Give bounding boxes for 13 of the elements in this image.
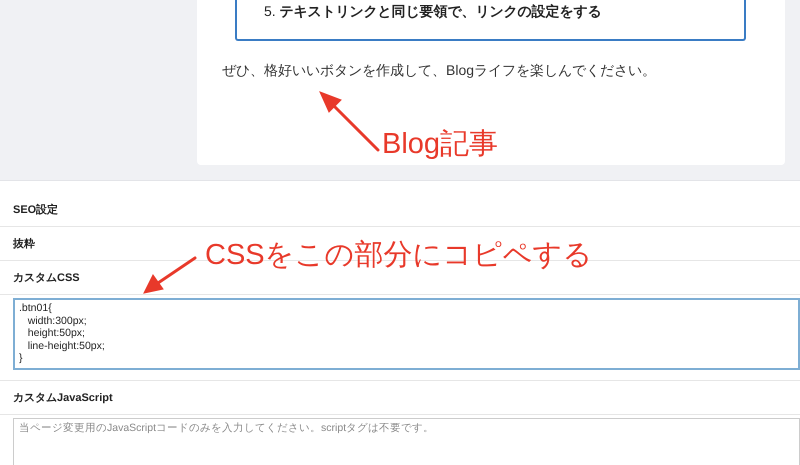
code-input-field[interactable]: .btn01{ width:300px; height:50px; line-height:50px; } [13,298,800,370]
annotation-arrow [143,256,196,294]
annotation-arrow [319,91,380,152]
section-heading: SEO設定 [13,202,58,217]
annotation-text: Blog記事 [382,127,498,161]
list-item-text: テキストリンクと同じ要領で、リンクの設定をする [280,2,602,20]
annotation-text: CSSをこの部分にコピペする [205,238,593,272]
article-paragraph: ぜひ、格好いいボタンを作成して、Blogライフを楽しんでください。 [222,61,658,79]
section-heading: 抜粋 [13,236,35,251]
code-input-field[interactable]: 当ページ変更用のJavaScriptコードのみを入力してください。scriptタグは不要です。 [13,418,800,465]
list-number: 5. [264,2,276,20]
section-heading: カスタムCSS [13,271,80,285]
section-heading: カスタムJavaScript [13,391,113,405]
